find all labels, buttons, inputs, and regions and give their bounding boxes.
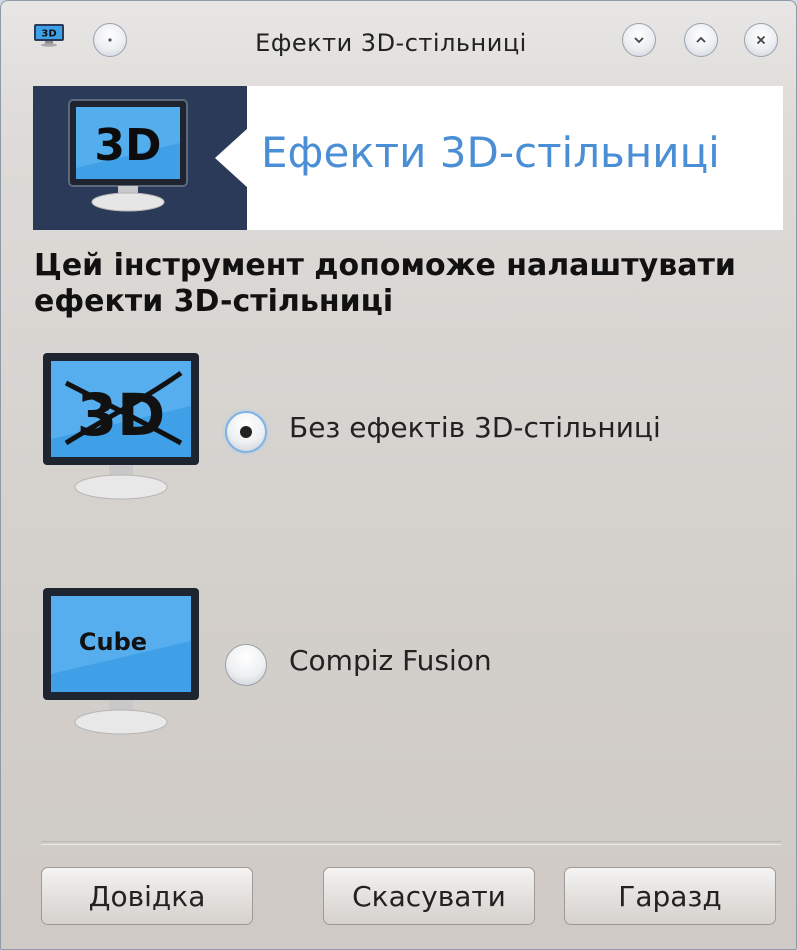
cancel-button[interactable]: Скасувати [323, 867, 535, 925]
close-icon [756, 35, 766, 45]
title-bar[interactable]: 3D Ефекти 3D-стільниці [1, 1, 796, 81]
page-heading: Цей інструмент допоможе налаштувати ефек… [34, 248, 736, 319]
cube-monitor-icon: Cube [41, 586, 201, 746]
svg-text:Cube: Cube [79, 628, 147, 656]
window-menu-button[interactable] [93, 23, 127, 57]
chevron-down-icon [634, 37, 644, 44]
banner-title: Ефекти 3D-стільниці [261, 128, 720, 177]
close-button[interactable] [744, 23, 778, 57]
header-banner: 3D Ефекти 3D-стільниці [33, 86, 783, 230]
banner-notch [215, 128, 248, 188]
radio-selected-dot [240, 426, 252, 438]
help-button[interactable]: Довідка [41, 867, 253, 925]
minimize-button[interactable] [622, 23, 656, 57]
3d-monitor-icon: 3D [33, 23, 65, 47]
ok-button[interactable]: Гаразд [564, 867, 776, 925]
dialog-window: 3D Ефекти 3D-стільниці 3D Ефекти 3D-стіл… [0, 0, 797, 950]
radio-compiz[interactable] [225, 644, 267, 686]
option-label-compiz[interactable]: Compiz Fusion [289, 644, 492, 677]
maximize-button[interactable] [684, 23, 718, 57]
dot-icon [108, 38, 112, 42]
chevron-up-icon [696, 36, 706, 43]
no-3d-monitor-icon: 3D [41, 351, 201, 511]
window-title: Ефекти 3D-стільниці [255, 29, 527, 57]
option-label-no-3d[interactable]: Без ефектів 3D-стільниці [289, 411, 661, 444]
separator [41, 841, 781, 845]
option-compiz: Cube Compiz Fusion [1, 586, 796, 746]
option-no-3d: 3D Без ефектів 3D-стільниці [1, 351, 796, 511]
svg-text:3D: 3D [41, 29, 56, 40]
svg-text:3D: 3D [94, 120, 161, 171]
radio-no-3d[interactable] [225, 411, 267, 453]
3d-monitor-icon: 3D [63, 98, 193, 220]
